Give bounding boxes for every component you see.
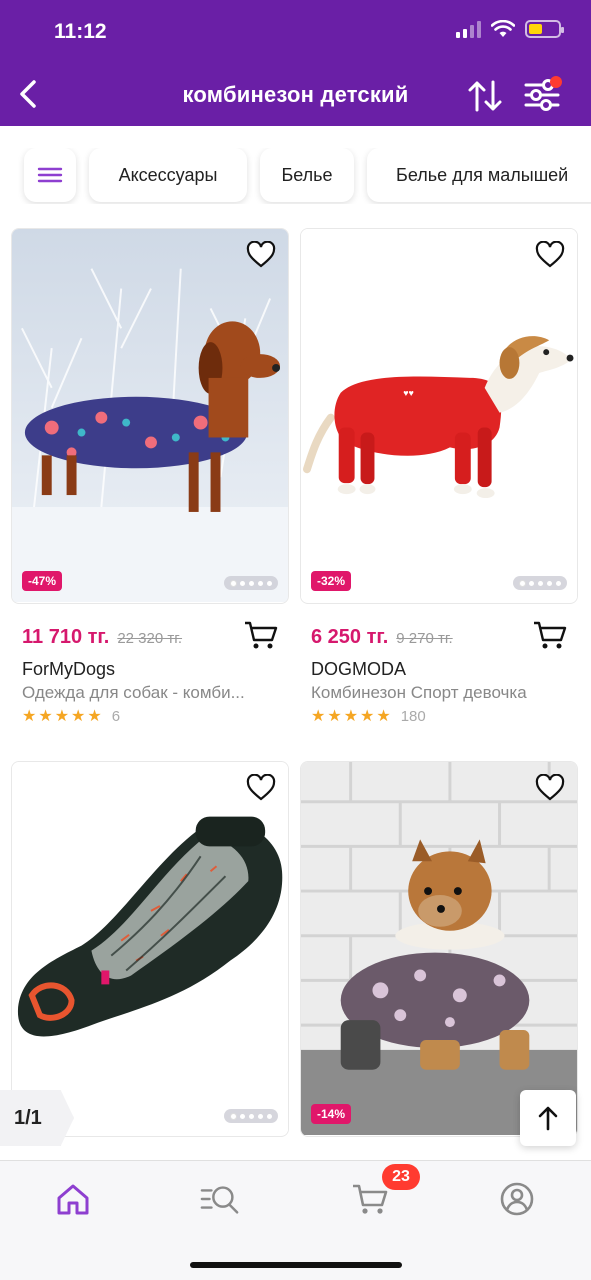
brand-name: ForMyDogs xyxy=(22,659,116,679)
price: 11 710 тг. xyxy=(22,626,110,648)
status-time: 11:12 xyxy=(54,20,107,43)
cart-count-badge: 23 xyxy=(382,1164,420,1190)
star-icon: ★ xyxy=(22,708,37,725)
discount-badge: -32% xyxy=(311,571,352,591)
product-photo-dachshund xyxy=(12,229,288,603)
favorite-icon[interactable] xyxy=(246,774,276,802)
discount-badge: -47% xyxy=(22,571,63,591)
nav-catalog-search[interactable] xyxy=(200,1179,240,1219)
price: 6 250 тг. xyxy=(311,626,389,648)
image-pager-dots xyxy=(513,576,567,590)
nav-profile[interactable] xyxy=(497,1179,537,1219)
product-image[interactable]: -47% xyxy=(11,228,289,604)
rating: ★ ★ ★ ★ ★ 6 xyxy=(22,706,120,726)
chip-baby-underwear[interactable]: Белье для малышей xyxy=(367,148,591,202)
wifi-icon xyxy=(491,20,515,37)
star-icon: ★ xyxy=(38,708,53,725)
review-count: 180 xyxy=(400,707,426,725)
old-price: 22 320 тг. xyxy=(117,630,183,647)
product-description: Комбинезон Спорт девочка xyxy=(311,683,527,702)
cart-icon xyxy=(353,1184,388,1214)
price-row: 11 710 тг. 22 320 тг. xyxy=(22,626,182,656)
product-image[interactable]: -14% xyxy=(300,761,578,1137)
image-pager-dots xyxy=(224,1109,278,1123)
scroll-top-button[interactable] xyxy=(520,1090,576,1146)
favorite-icon[interactable] xyxy=(246,241,276,269)
discount-badge: -14% xyxy=(311,1104,352,1124)
jumpsuit-logo: ♥♥ xyxy=(403,388,414,398)
top-bar: 11:12 комбинезон детский xyxy=(0,0,591,126)
chip-accessories[interactable]: Аксессуары xyxy=(89,148,247,202)
product-photo-black-jumpsuit xyxy=(12,762,288,1136)
chip-underwear[interactable]: Белье xyxy=(260,148,354,202)
product-image[interactable]: ♥♥ -32% xyxy=(300,228,578,604)
arrow-up-icon xyxy=(538,1106,558,1131)
star-icon: ★ xyxy=(376,708,391,725)
profile-icon xyxy=(500,1182,534,1216)
product-photo-red-jumpsuit: ♥♥ xyxy=(301,229,577,603)
filter-button[interactable] xyxy=(522,76,564,114)
page-indicator: 1/1 xyxy=(0,1090,74,1146)
star-icon: ★ xyxy=(54,708,70,725)
menu-icon xyxy=(37,167,63,183)
star-icon: ★ xyxy=(360,708,375,725)
home-icon xyxy=(57,1184,89,1215)
favorite-icon[interactable] xyxy=(535,774,565,802)
category-chips: Аксессуары Белье Белье для малышей xyxy=(0,148,591,204)
product-description: Одежда для собак - комби... xyxy=(22,683,245,702)
add-to-cart-icon[interactable] xyxy=(533,620,567,650)
star-icon: ★ xyxy=(327,708,342,725)
battery-icon xyxy=(525,20,564,38)
nav-home[interactable] xyxy=(53,1179,93,1219)
sort-icon[interactable] xyxy=(466,78,504,114)
categories-menu-button[interactable] xyxy=(24,148,76,202)
old-price: 9 270 тг. xyxy=(396,630,453,647)
price-row: 6 250 тг. 9 270 тг. xyxy=(311,626,453,656)
brand-name: DOGMODA xyxy=(311,659,407,679)
home-indicator xyxy=(190,1262,402,1268)
star-icon: ★ xyxy=(87,708,102,725)
product-image[interactable] xyxy=(11,761,289,1137)
star-icon: ★ xyxy=(311,708,326,725)
star-icon: ★ xyxy=(343,708,359,725)
rating: ★ ★ ★ ★ ★ 180 xyxy=(311,706,426,726)
image-pager-dots xyxy=(224,576,278,590)
status-icons xyxy=(456,20,564,38)
product-photo-yorkie xyxy=(301,762,577,1136)
filter-active-dot xyxy=(550,76,562,88)
star-icon: ★ xyxy=(71,708,86,725)
signal-icon xyxy=(456,20,481,38)
add-to-cart-icon[interactable] xyxy=(244,620,278,650)
catalog-search-icon xyxy=(200,1186,239,1214)
favorite-icon[interactable] xyxy=(535,241,565,269)
review-count: 6 xyxy=(111,707,121,725)
